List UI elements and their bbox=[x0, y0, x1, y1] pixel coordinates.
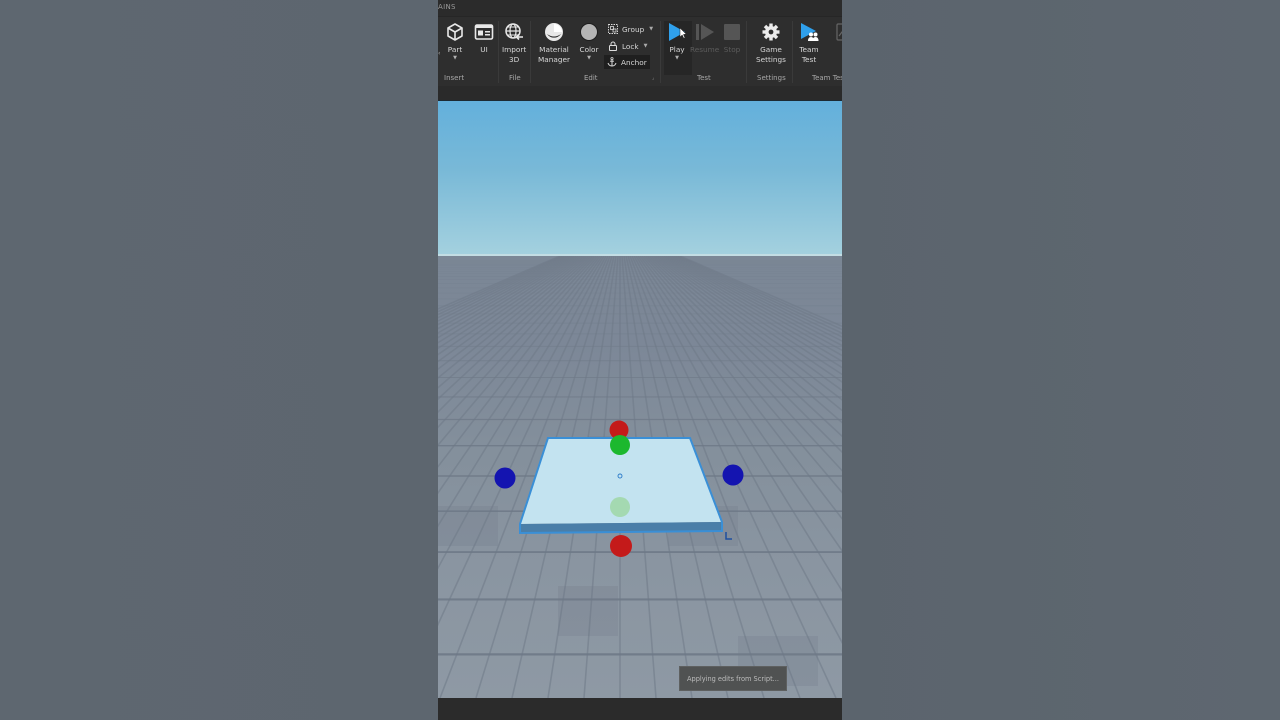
status-toast: Applying edits from Script... bbox=[679, 666, 787, 691]
game-settings-label-2: Settings bbox=[756, 54, 786, 64]
play-label: Play bbox=[669, 45, 685, 54]
resume-icon bbox=[694, 21, 716, 43]
move-handle-z-back[interactable] bbox=[610, 435, 630, 455]
lock-label: Lock bbox=[622, 41, 639, 51]
material-manager-button[interactable]: Material Manager bbox=[538, 21, 570, 64]
move-handle-z-front[interactable] bbox=[610, 497, 630, 517]
import-3d-label-2: 3D bbox=[508, 54, 520, 64]
material-manager-label-1: Material bbox=[539, 45, 569, 54]
color-label: Color bbox=[579, 45, 599, 54]
part-dropdown-caret[interactable]: ▼ bbox=[453, 55, 457, 61]
group-separator bbox=[746, 21, 747, 83]
game-settings-label-1: Game bbox=[760, 45, 782, 54]
material-manager-label-2: Manager bbox=[538, 54, 570, 64]
color-dropdown-caret[interactable]: ▼ bbox=[587, 55, 591, 61]
gear-icon bbox=[760, 21, 782, 43]
tab-plugins[interactable]: AINS bbox=[438, 3, 456, 11]
tab-strip: AINS bbox=[438, 0, 842, 16]
group-label-test: Test bbox=[697, 74, 711, 82]
group-icon bbox=[608, 24, 618, 34]
group-button[interactable]: Group ▼ bbox=[605, 22, 656, 36]
group-label-settings: Settings bbox=[757, 74, 786, 82]
move-handle-x-left[interactable] bbox=[494, 467, 516, 489]
group-separator bbox=[660, 21, 661, 83]
team-test-button[interactable]: Team Test bbox=[798, 21, 820, 64]
lock-dropdown-caret[interactable]: ▼ bbox=[644, 43, 648, 49]
team-test-label-1: Team bbox=[799, 45, 819, 54]
group-separator bbox=[498, 21, 499, 83]
edit-expand-icon[interactable]: ⌟ bbox=[652, 75, 654, 81]
lock-button[interactable]: Lock ▼ bbox=[605, 39, 651, 53]
ui-label: UI bbox=[480, 45, 488, 54]
move-handle-x-right[interactable] bbox=[722, 464, 744, 486]
play-dropdown-caret[interactable]: ▼ bbox=[675, 55, 679, 61]
partial-tool-icon bbox=[832, 21, 842, 43]
resume-button[interactable]: Resume bbox=[690, 21, 719, 55]
anchor-label: Anchor bbox=[621, 57, 647, 67]
team-test-label-2: Test bbox=[801, 54, 817, 64]
bottom-status-bar bbox=[438, 698, 842, 720]
color-circle-icon bbox=[578, 21, 600, 43]
lock-icon bbox=[608, 41, 618, 51]
3d-viewport[interactable]: Applying edits from Script... bbox=[438, 101, 842, 698]
local-space-indicator-icon bbox=[725, 532, 732, 540]
ui-button[interactable]: UI bbox=[473, 21, 495, 55]
game-settings-button[interactable]: Game Settings bbox=[756, 21, 786, 64]
background-left bbox=[0, 0, 438, 720]
ui-window-icon bbox=[473, 21, 495, 43]
anchor-icon bbox=[607, 57, 617, 67]
material-sphere-icon bbox=[543, 21, 565, 43]
resume-label: Resume bbox=[690, 45, 720, 54]
color-button[interactable]: Color ▼ bbox=[578, 21, 600, 61]
team-test-icon bbox=[798, 21, 820, 43]
anchor-button[interactable]: Anchor bbox=[604, 55, 650, 69]
ribbon-toolbar: ‹ Part ▼ UI Import 3D Material Manager C… bbox=[438, 16, 842, 87]
group-separator bbox=[792, 21, 793, 83]
scroll-left-icon[interactable]: ‹ bbox=[438, 50, 440, 57]
cube-icon bbox=[444, 21, 466, 43]
import-3d-button[interactable]: Import 3D bbox=[502, 21, 526, 64]
play-button[interactable]: Play ▼ bbox=[666, 21, 688, 61]
group-label: Group bbox=[622, 24, 645, 34]
group-label-team-test: Team Test bbox=[812, 74, 842, 82]
background-right bbox=[842, 0, 1280, 720]
stop-icon bbox=[721, 21, 743, 43]
import-3d-label-1: Import bbox=[502, 45, 527, 54]
toast-message: Applying edits from Script... bbox=[687, 674, 779, 683]
roblox-studio-window: AINS ‹ Part ▼ UI Import 3D Material Mana… bbox=[438, 0, 842, 720]
part-label: Part bbox=[447, 45, 463, 54]
part-button[interactable]: Part ▼ bbox=[444, 21, 466, 61]
ribbon-bottom-bar bbox=[438, 86, 842, 101]
move-handle-y-bottom[interactable] bbox=[610, 535, 632, 557]
selected-part-overlay bbox=[494, 420, 744, 557]
stop-label: Stop bbox=[723, 45, 741, 54]
next-tool-partial[interactable] bbox=[832, 21, 842, 43]
stop-button[interactable]: Stop bbox=[721, 21, 743, 55]
play-icon bbox=[666, 21, 688, 43]
group-label-edit: Edit bbox=[584, 74, 598, 82]
globe-import-icon bbox=[503, 21, 525, 43]
group-dropdown-caret[interactable]: ▼ bbox=[649, 26, 653, 32]
group-separator bbox=[530, 21, 531, 83]
group-label-file: File bbox=[509, 74, 521, 82]
group-label-insert: Insert bbox=[444, 74, 465, 82]
